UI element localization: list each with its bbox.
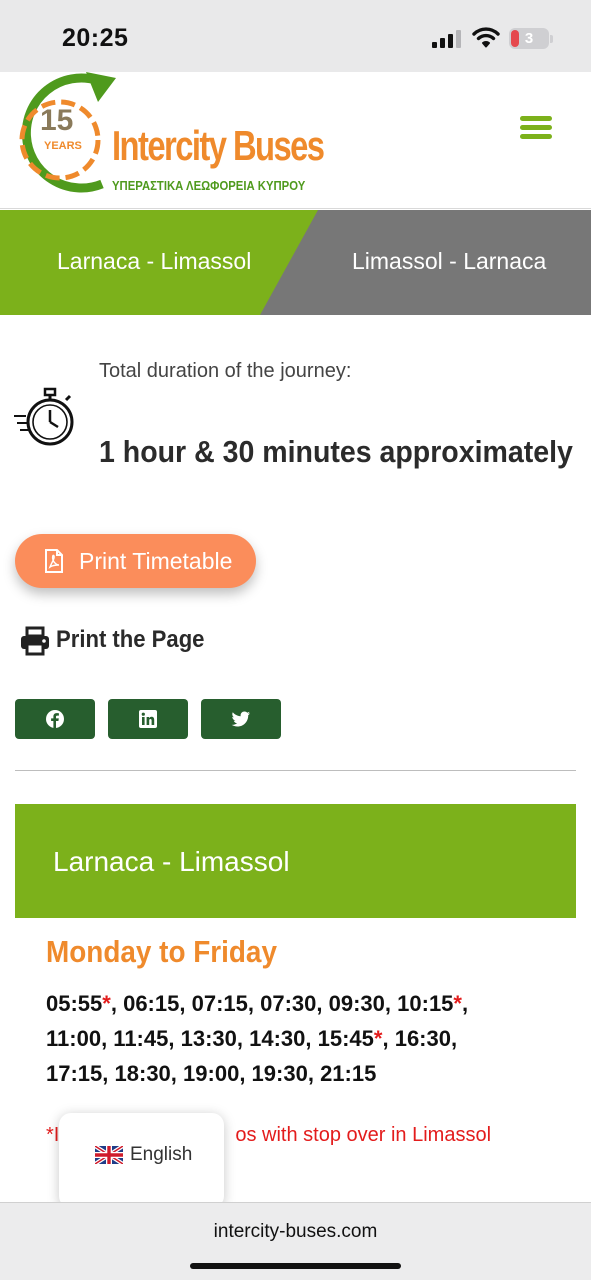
departure-time: 19:30 [251,1061,308,1086]
uk-flag-icon [95,1146,123,1164]
facebook-icon [46,710,64,728]
stopwatch-icon [14,387,74,446]
duration-value: 1 hour & 30 minutes approximately [99,434,573,469]
status-time: 20:25 [62,24,129,52]
departure-time: 17:15 [46,1061,103,1086]
departure-time: 10:15 [397,991,454,1016]
express-marker: * [373,1026,383,1051]
logo-subtitle: ΥΠΕΡΑΣΤΙΚΑ ΛΕΩΦΟΡΕΙΑ ΚΥΠΡΟΥ [112,178,306,193]
departure-time: 13:30 [180,1026,237,1051]
logo-badge-word: YEARS [44,140,82,152]
departure-time: 19:00 [183,1061,240,1086]
departure-time: 11:45 [113,1026,169,1051]
print-timetable-label: Print Timetable [79,548,233,574]
route-tabs: Larnaca - Limassol Limassol - Larnaca [0,210,591,315]
tab-limassol-larnaca[interactable]: Limassol - Larnaca [352,248,546,275]
express-marker: * [102,991,111,1016]
logo-name: Intercity Buses [112,122,325,169]
wifi-icon [472,27,500,48]
divider [15,770,576,771]
site-header: 15 YEARS Intercity Buses ΥΠΕΡΑΣΤΙΚΑ ΛΕΩΦ… [0,72,591,209]
express-marker: * [453,991,462,1016]
home-indicator[interactable] [190,1263,401,1269]
note-start: *I [46,1124,60,1146]
print-page-label: Print the Page [56,626,205,653]
departure-time: 21:15 [320,1061,377,1086]
departure-time: 15:45 [317,1026,374,1051]
departure-time: 11:00 [46,1026,102,1051]
departure-time: 05:55 [46,991,103,1016]
departure-time: 14:30 [249,1026,306,1051]
intercity-buses-logo[interactable]: 15 YEARS Intercity Buses ΥΠΕΡΑΣΤΙΚΑ ΛΕΩΦ… [12,72,325,202]
browser-bottom-bar: intercity-buses.com [0,1202,591,1280]
departure-time: 16:30 [394,1026,451,1051]
linkedin-icon [139,710,157,728]
tab-larnaca-limassol[interactable]: Larnaca - Limassol [57,248,251,275]
times-line: 17:15, 18:30, 19:00, 19:30, 21:15 [46,1061,377,1086]
language-switcher[interactable]: English [59,1113,224,1208]
note-end: os with stop over in Limassol [235,1124,492,1146]
battery-icon: 3 [509,28,549,49]
battery-level: 3 [524,30,534,47]
departure-time: 09:30 [328,991,385,1016]
timetable-route-title: Larnaca - Limassol [53,846,290,877]
logo-badge-number: 15 [40,104,74,137]
departure-times: 05:55*, 06:15, 07:15, 07:30, 09:30, 10:1… [46,986,576,1091]
print-page-button[interactable]: Print the Page [20,624,220,656]
battery-tip [550,35,553,43]
status-bar: 20:25 3 [0,0,591,72]
hamburger-menu-icon[interactable] [520,116,552,140]
cellular-signal-icon [432,30,462,48]
pdf-file-icon [45,549,63,573]
times-line: 05:55*, 06:15, 07:15, 07:30, 09:30, 10:1… [46,991,469,1016]
share-facebook-button[interactable] [15,699,95,739]
times-line: 11:00, 11:45, 13:30, 14:30, 15:45*, 16:3… [46,1026,458,1051]
twitter-icon [231,711,250,727]
departure-time: 07:15 [191,991,248,1016]
timetable-route-header: Larnaca - Limassol [15,804,576,918]
address-bar-url[interactable]: intercity-buses.com [0,1221,591,1243]
departure-time: 06:15 [123,991,180,1016]
share-twitter-button[interactable] [201,699,281,739]
language-label: English [130,1144,193,1165]
day-heading: Monday to Friday [46,934,277,969]
printer-icon [21,626,49,656]
duration-label: Total duration of the journey: [99,360,352,382]
departure-time: 18:30 [114,1061,171,1086]
departure-time: 07:30 [260,991,317,1016]
print-timetable-button[interactable]: Print Timetable [15,534,256,588]
share-linkedin-button[interactable] [108,699,188,739]
